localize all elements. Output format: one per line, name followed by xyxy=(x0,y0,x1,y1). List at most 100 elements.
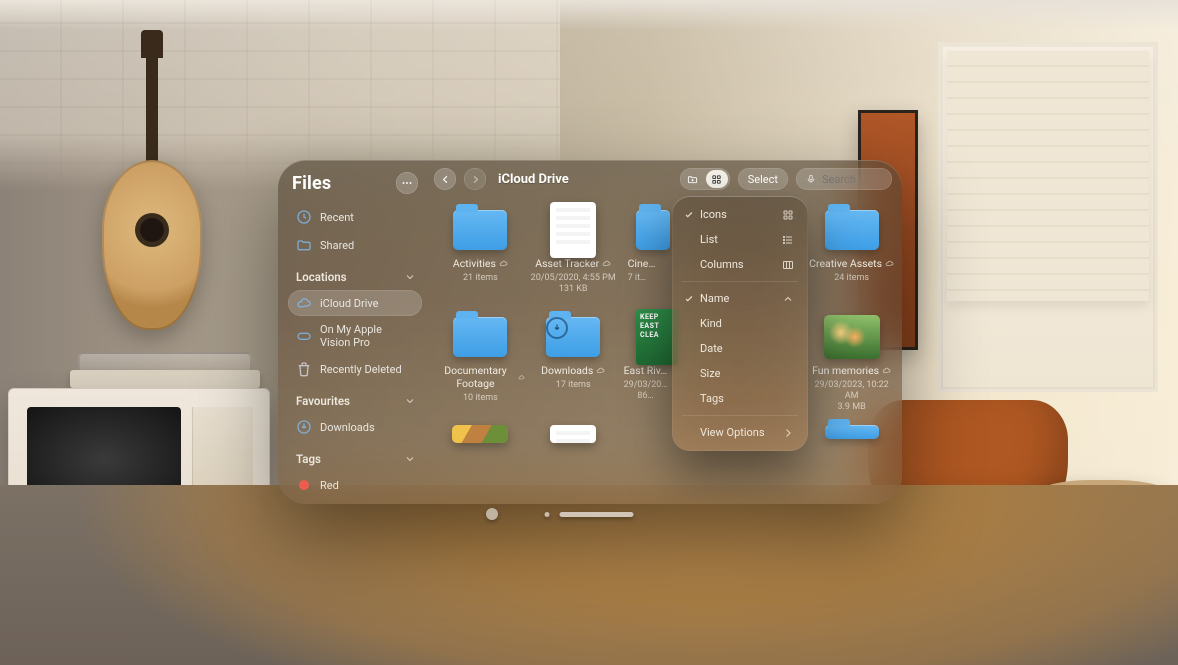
mic-icon xyxy=(806,174,816,184)
section-favourites[interactable]: Favourites xyxy=(288,384,422,412)
sidebar-label: Recently Deleted xyxy=(320,363,402,376)
downloads-folder-icon xyxy=(546,317,600,357)
item-name: Creative Assets xyxy=(809,257,882,270)
item-name: Documentary Footage xyxy=(436,364,515,390)
folder-plus-icon xyxy=(687,174,698,185)
chevron-down-icon xyxy=(404,271,416,283)
grid-icon xyxy=(782,209,794,221)
menu-item-tags[interactable]: Tags xyxy=(678,386,802,411)
item-name: Downloads xyxy=(541,364,593,377)
item-meta: 7 it… xyxy=(622,273,646,284)
chevron-right-icon xyxy=(782,427,794,439)
item-meta: 17 items xyxy=(556,380,591,391)
new-folder-button[interactable] xyxy=(682,170,704,188)
menu-item-name[interactable]: Name xyxy=(678,286,802,311)
clock-icon xyxy=(296,209,312,225)
file-item[interactable]: Asset Tracker 20/05/2020, 4:55 PM 131 KB xyxy=(529,202,618,295)
grid-row: Documentary Footage 10 items Downloads 1… xyxy=(436,309,896,413)
file-item[interactable]: Fun memories 29/03/2023, 10:22 AM 3.9 MB xyxy=(807,309,896,413)
menu-label: Size xyxy=(700,367,720,380)
file-item[interactable]: Activities 21 items xyxy=(436,202,525,295)
item-name: Fun memories xyxy=(812,364,879,377)
view-switcher xyxy=(680,168,730,190)
cloud-download-icon xyxy=(518,373,525,382)
item-meta: 29/03/20… 86… xyxy=(622,380,668,402)
file-item[interactable] xyxy=(807,421,896,445)
sidebar: Files Recent Shared Locations iClou xyxy=(278,160,430,504)
section-locations[interactable]: Locations xyxy=(288,260,422,288)
cloud-download-icon xyxy=(596,366,605,375)
menu-label: Tags xyxy=(700,392,724,405)
sidebar-item-visionpro[interactable]: On My Apple Vision Pro xyxy=(288,318,422,354)
menu-label: Icons xyxy=(700,208,727,221)
sidebar-item-recently-deleted[interactable]: Recently Deleted xyxy=(288,356,422,382)
file-item[interactable]: Creative Assets 24 items xyxy=(807,202,896,295)
search-input[interactable] xyxy=(822,173,882,186)
check-icon xyxy=(684,294,694,304)
sidebar-item-downloads[interactable]: Downloads xyxy=(288,414,422,440)
view-mode-button[interactable] xyxy=(706,170,728,188)
trash-icon xyxy=(296,361,312,377)
items-grid: Activities 21 items Asset Tracker 20/05/… xyxy=(430,194,902,504)
menu-separator xyxy=(682,281,798,282)
cloud-download-icon xyxy=(882,366,891,375)
menu-item-icons[interactable]: Icons xyxy=(678,202,802,227)
select-label: Select xyxy=(748,173,778,186)
sidebar-tag-red[interactable]: Red xyxy=(288,472,422,498)
app-title: Files xyxy=(292,173,331,194)
sidebar-item-icloud-drive[interactable]: iCloud Drive xyxy=(288,290,422,316)
item-name: Cine… xyxy=(628,257,656,270)
section-label: Favourites xyxy=(296,394,350,408)
toolbar: iCloud Drive Select xyxy=(430,160,902,194)
item-meta: 24 items xyxy=(834,273,869,284)
document-icon xyxy=(550,202,596,258)
grid-row: Activities 21 items Asset Tracker 20/05/… xyxy=(436,202,896,295)
window-close-dot[interactable] xyxy=(486,508,498,520)
window-grabber[interactable] xyxy=(560,512,634,517)
item-name: Activities xyxy=(453,257,496,270)
menu-item-date[interactable]: Date xyxy=(678,336,802,361)
menu-label: View Options xyxy=(700,426,765,439)
chevron-down-icon xyxy=(404,395,416,407)
section-tags[interactable]: Tags xyxy=(288,442,422,470)
image-thumbnail xyxy=(452,425,508,443)
window-dot[interactable] xyxy=(545,512,550,517)
item-name: East Riv… xyxy=(624,364,668,377)
tag-dot-icon xyxy=(296,477,312,493)
menu-item-kind[interactable]: Kind xyxy=(678,311,802,336)
section-label: Tags xyxy=(296,452,321,466)
select-button[interactable]: Select xyxy=(738,168,788,190)
content-area: iCloud Drive Select xyxy=(430,160,902,504)
sidebar-label: Shared xyxy=(320,239,354,252)
cloud-download-icon xyxy=(885,259,894,268)
sidebar-item-shared[interactable]: Shared xyxy=(288,232,422,258)
grid-icon xyxy=(711,174,722,185)
section-label: Locations xyxy=(296,270,347,284)
document-icon xyxy=(550,425,596,443)
more-button[interactable] xyxy=(396,172,418,194)
menu-label: Kind xyxy=(700,317,722,330)
menu-item-size[interactable]: Size xyxy=(678,361,802,386)
menu-label: List xyxy=(700,233,718,246)
menu-item-view-options[interactable]: View Options xyxy=(678,420,802,445)
file-item[interactable]: Downloads 17 items xyxy=(529,309,618,413)
folder-icon xyxy=(636,210,670,250)
guitar xyxy=(88,40,214,340)
chevron-right-icon xyxy=(470,174,481,185)
menu-item-columns[interactable]: Columns xyxy=(678,252,802,277)
sidebar-label: On My Apple Vision Pro xyxy=(320,323,414,349)
forward-button[interactable] xyxy=(464,168,486,190)
view-sort-popover: Icons List Columns Name Kind Date Size T… xyxy=(672,196,808,451)
folder-icon xyxy=(825,210,879,250)
search-field[interactable] xyxy=(796,168,892,190)
sidebar-item-recent[interactable]: Recent xyxy=(288,204,422,230)
back-button[interactable] xyxy=(434,168,456,190)
tag-dot xyxy=(299,480,309,490)
file-item[interactable]: Documentary Footage 10 items xyxy=(436,309,525,413)
file-item[interactable] xyxy=(436,421,525,445)
item-meta: 10 items xyxy=(463,393,498,404)
menu-item-list[interactable]: List xyxy=(678,227,802,252)
file-item[interactable] xyxy=(529,421,618,445)
chevron-up-icon xyxy=(782,293,794,305)
menu-separator xyxy=(682,415,798,416)
